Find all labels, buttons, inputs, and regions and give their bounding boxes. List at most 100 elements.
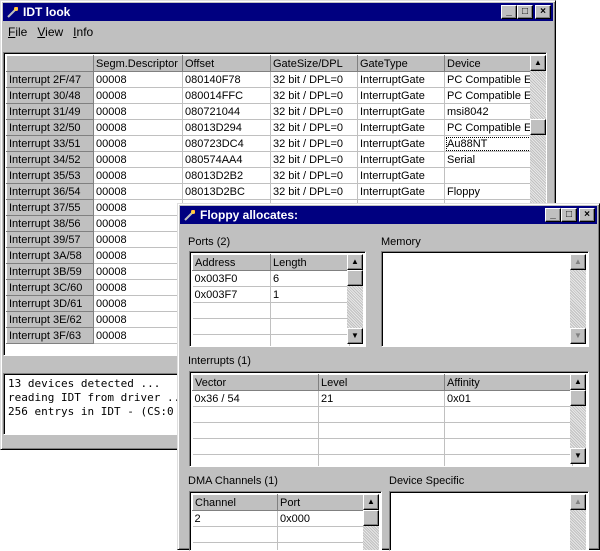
close-button[interactable]: ×	[535, 5, 551, 19]
scroll-thumb[interactable]	[530, 119, 546, 135]
interrupts-table: VectorLevelAffinity 0x36 / 54210x01	[192, 374, 573, 467]
empty-cell	[319, 439, 445, 455]
menu-accel: V	[37, 25, 45, 39]
scroll-thumb[interactable]	[363, 510, 379, 526]
empty-cell	[193, 455, 319, 468]
minimize-button[interactable]: _	[501, 5, 517, 19]
menu-item[interactable]: Info	[68, 25, 98, 39]
scroll-up-button: ▲	[570, 254, 586, 270]
scroll-up-button[interactable]: ▲	[363, 494, 379, 510]
table-cell: 080014FFC	[183, 88, 271, 104]
table-cell: 00008	[94, 136, 183, 152]
empty-cell	[193, 407, 319, 423]
ports-vscrollbar[interactable]: ▲ ▼	[347, 254, 363, 344]
table-row[interactable]: Interrupt 30/4800008080014FFC32 bit / DP…	[7, 88, 542, 104]
table-cell: Au88NT	[445, 136, 542, 152]
scroll-thumb[interactable]	[347, 270, 363, 286]
table-row[interactable]: Interrupt 35/530000808013D2B232 bit / DP…	[7, 168, 542, 184]
table-cell: 2	[193, 511, 278, 527]
arrow-down-icon: ▼	[574, 331, 582, 340]
table-cell: 00008	[94, 88, 183, 104]
table-cell: Interrupt 3E/62	[7, 312, 94, 328]
column-header[interactable]: Segm.Descriptor	[94, 56, 183, 72]
menu-item[interactable]: File	[3, 25, 32, 39]
table-row[interactable]: Interrupt 31/490000808072104432 bit / DP…	[7, 104, 542, 120]
main-titlebar[interactable]: IDT look _ □ ×	[3, 3, 553, 21]
log-text: 13 devices detected ...reading IDT from …	[4, 374, 191, 422]
scroll-down-button[interactable]: ▼	[570, 448, 586, 464]
table-cell: Interrupt 33/51	[7, 136, 94, 152]
empty-cell	[445, 407, 573, 423]
interrupts-vscrollbar[interactable]: ▲ ▼	[570, 374, 586, 464]
column-header[interactable]: GateType	[358, 56, 445, 72]
log-line: reading IDT from driver ...	[8, 391, 187, 405]
table-row[interactable]: 0x003F71	[193, 287, 350, 303]
table-cell: 0x003F7	[193, 287, 271, 303]
dma-vscrollbar[interactable]: ▲	[363, 494, 379, 550]
menu-item[interactable]: View	[32, 25, 68, 39]
table-cell: 00008	[94, 312, 183, 328]
table-cell: 0x01	[445, 391, 573, 407]
arrow-up-icon: ▲	[534, 58, 542, 67]
column-header[interactable]: Length	[271, 255, 350, 271]
floppy-titlebar[interactable]: Floppy allocates: _ □ ×	[180, 206, 597, 224]
table-row[interactable]: 0x003F06	[193, 271, 350, 287]
maximize-icon: □	[522, 6, 528, 17]
scroll-down-button[interactable]: ▼	[347, 328, 363, 344]
maximize-button[interactable]: □	[561, 208, 577, 222]
column-header[interactable]: Vector	[193, 375, 319, 391]
arrow-up-icon: ▲	[367, 497, 375, 506]
empty-cell	[271, 319, 350, 335]
column-header[interactable]: Offset	[183, 56, 271, 72]
table-row[interactable]: 0x36 / 54210x01	[193, 391, 573, 407]
table-row[interactable]: Interrupt 34/5200008080574AA432 bit / DP…	[7, 152, 542, 168]
table-cell: 0x003F0	[193, 271, 271, 287]
close-icon: ×	[540, 6, 546, 17]
table-cell: Interrupt 3F/63	[7, 328, 94, 344]
table-row[interactable]: Interrupt 2F/4700008080140F7832 bit / DP…	[7, 72, 542, 88]
scroll-up-button[interactable]: ▲	[570, 374, 586, 390]
empty-row	[193, 303, 350, 319]
table-cell: Interrupt 38/56	[7, 216, 94, 232]
column-header[interactable]: Device	[445, 56, 542, 72]
table-cell: InterruptGate	[358, 168, 445, 184]
empty-row	[193, 319, 350, 335]
empty-cell	[445, 439, 573, 455]
maximize-button[interactable]: □	[517, 5, 533, 19]
column-header[interactable]: Address	[193, 255, 271, 271]
device-specific-frame: ▲	[389, 491, 589, 551]
table-cell: PC Compatible Eis	[445, 72, 542, 88]
empty-row	[193, 423, 573, 439]
scroll-up-button[interactable]: ▲	[530, 55, 546, 71]
table-cell: 0x000	[278, 511, 366, 527]
table-cell: 00008	[94, 216, 183, 232]
empty-cell	[193, 423, 319, 439]
empty-cell	[278, 527, 366, 543]
column-header[interactable]: Level	[319, 375, 445, 391]
minimize-button[interactable]: _	[545, 208, 561, 222]
column-header[interactable]: GateSize/DPL	[271, 56, 358, 72]
table-row[interactable]: Interrupt 32/500000808013D29432 bit / DP…	[7, 120, 542, 136]
column-header[interactable]	[7, 56, 94, 72]
arrow-up-icon: ▲	[574, 257, 582, 266]
table-row[interactable]: Interrupt 36/540000808013D2BC32 bit / DP…	[7, 184, 542, 200]
column-header[interactable]: Channel	[193, 495, 278, 511]
table-cell: 08013D2BC	[183, 184, 271, 200]
empty-cell	[271, 335, 350, 348]
scroll-thumb[interactable]	[570, 390, 586, 406]
scroll-up-button[interactable]: ▲	[347, 254, 363, 270]
arrow-up-icon: ▲	[574, 497, 582, 506]
close-button[interactable]: ×	[579, 208, 595, 222]
column-header[interactable]: Affinity	[445, 375, 573, 391]
column-header[interactable]: Port	[278, 495, 366, 511]
table-cell: 21	[319, 391, 445, 407]
ports-list-frame: AddressLength 0x003F060x003F71 ▲ ▼	[189, 251, 366, 347]
table-cell: 00008	[94, 152, 183, 168]
table-row[interactable]: Interrupt 33/5100008080723DC432 bit / DP…	[7, 136, 542, 152]
table-row[interactable]: 20x000	[193, 511, 366, 527]
table-cell: Interrupt 35/53	[7, 168, 94, 184]
empty-cell	[319, 455, 445, 468]
empty-row	[193, 407, 573, 423]
app-wrench-icon	[183, 208, 197, 222]
empty-cell	[319, 407, 445, 423]
